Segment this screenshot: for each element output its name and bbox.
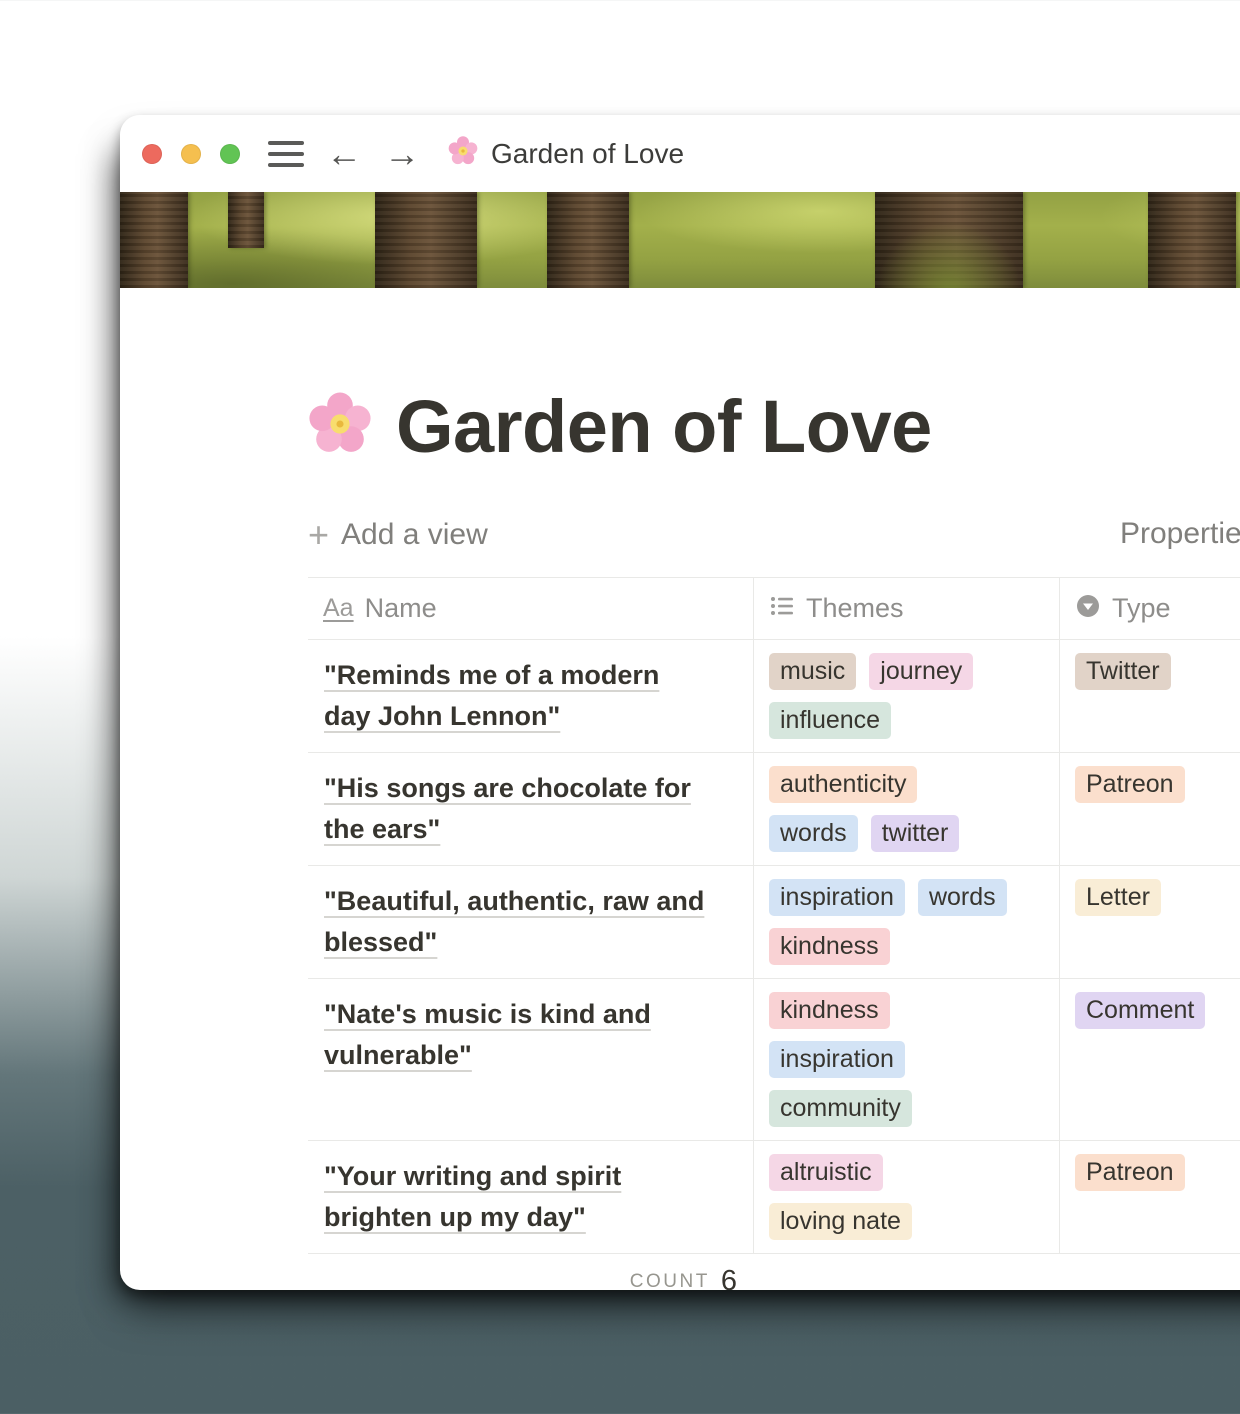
cover-image bbox=[120, 192, 1240, 288]
row-themes-cell: inspiration words kindness bbox=[753, 866, 1060, 978]
page-content: Garden of Love + Add a view Properties A… bbox=[120, 385, 1240, 1290]
tag[interactable]: authenticity bbox=[769, 766, 917, 803]
view-controls: + Add a view Properties bbox=[308, 507, 1240, 563]
column-label: Themes bbox=[806, 593, 904, 624]
row-themes-cell: altruistic loving nate bbox=[753, 1141, 1060, 1253]
row-name-link[interactable]: "Beautiful, authentic, raw and blessed" bbox=[308, 866, 753, 978]
table-row: "Reminds me of a modern day John Lennon"… bbox=[308, 640, 1240, 753]
count-value: 6 bbox=[721, 1265, 737, 1290]
page-icon-cherry-blossom[interactable] bbox=[308, 392, 372, 461]
window-title: Garden of Love bbox=[491, 138, 684, 170]
table-header: Aa Name Themes bbox=[308, 577, 1240, 640]
table-row: "Nate's music is kind and vulnerable" ki… bbox=[308, 979, 1240, 1141]
count-label: COUNT bbox=[630, 1271, 710, 1291]
row-name-link[interactable]: "Nate's music is kind and vulnerable" bbox=[308, 979, 753, 1140]
row-name-text: "Nate's music is kind and vulnerable" bbox=[324, 999, 651, 1070]
tag[interactable]: music bbox=[769, 653, 856, 690]
tag[interactable]: twitter bbox=[871, 815, 960, 852]
page-header: Garden of Love bbox=[308, 385, 1240, 467]
row-type-cell: Patreon bbox=[1060, 753, 1240, 865]
back-arrow-icon[interactable]: ← bbox=[326, 136, 362, 172]
tag[interactable]: Patreon bbox=[1075, 766, 1185, 803]
add-view-label: Add a view bbox=[341, 518, 488, 552]
tag[interactable]: words bbox=[918, 879, 1007, 916]
column-label: Type bbox=[1112, 593, 1171, 624]
count-toggle[interactable]: COUNT 6 bbox=[308, 1254, 753, 1290]
tag[interactable]: Twitter bbox=[1075, 653, 1171, 690]
row-name-text: "His songs are chocolate for the ears" bbox=[324, 773, 691, 844]
column-header-themes[interactable]: Themes bbox=[753, 578, 1060, 639]
menu-icon[interactable] bbox=[268, 141, 304, 167]
tag[interactable]: influence bbox=[769, 702, 891, 739]
properties-button[interactable]: Properties bbox=[1120, 517, 1240, 551]
page-title: Garden of Love bbox=[396, 384, 932, 469]
row-name-link[interactable]: "Your writing and spirit brighten up my … bbox=[308, 1141, 753, 1253]
row-name-link[interactable]: "Reminds me of a modern day John Lennon" bbox=[308, 640, 753, 752]
tag[interactable]: journey bbox=[869, 653, 973, 690]
row-name-text: "Beautiful, authentic, raw and blessed" bbox=[324, 886, 704, 957]
table-row: "Beautiful, authentic, raw and blessed" … bbox=[308, 866, 1240, 979]
title-property-icon: Aa bbox=[323, 594, 354, 623]
row-type-cell: Twitter bbox=[1060, 640, 1240, 752]
close-button[interactable] bbox=[142, 144, 162, 164]
tag[interactable]: words bbox=[769, 815, 858, 852]
column-header-type[interactable]: Type bbox=[1060, 578, 1240, 639]
row-type-cell: Comment bbox=[1060, 979, 1240, 1140]
table-body: "Reminds me of a modern day John Lennon"… bbox=[308, 640, 1240, 1254]
tag[interactable]: community bbox=[769, 1090, 912, 1127]
tag[interactable]: Patreon bbox=[1075, 1154, 1185, 1191]
tag[interactable]: Letter bbox=[1075, 879, 1161, 916]
row-name-link[interactable]: "His songs are chocolate for the ears" bbox=[308, 753, 753, 865]
row-name-text: "Reminds me of a modern day John Lennon" bbox=[324, 660, 659, 731]
app-window: ← → Garden of Love Garden of Love + Add … bbox=[120, 115, 1240, 1290]
column-label: Name bbox=[365, 593, 437, 624]
row-themes-cell: kindness inspiration community bbox=[753, 979, 1060, 1140]
row-type-cell: Patreon bbox=[1060, 1141, 1240, 1253]
table-row: "His songs are chocolate for the ears" a… bbox=[308, 753, 1240, 866]
row-themes-cell: authenticity words twitter bbox=[753, 753, 1060, 865]
plus-icon: + bbox=[308, 517, 329, 553]
row-type-cell: Letter bbox=[1060, 866, 1240, 978]
multiselect-list-icon bbox=[769, 593, 795, 624]
tag[interactable]: altruistic bbox=[769, 1154, 883, 1191]
tag[interactable]: kindness bbox=[769, 992, 890, 1029]
zoom-button[interactable] bbox=[220, 144, 240, 164]
row-name-text: "Your writing and spirit brighten up my … bbox=[324, 1161, 621, 1232]
tag[interactable]: loving nate bbox=[769, 1203, 912, 1240]
forward-arrow-icon[interactable]: → bbox=[384, 136, 420, 172]
tag[interactable]: inspiration bbox=[769, 1041, 905, 1078]
add-view-button[interactable]: + Add a view bbox=[308, 517, 488, 553]
row-themes-cell: music journey influence bbox=[753, 640, 1060, 752]
minimize-button[interactable] bbox=[181, 144, 201, 164]
column-header-name[interactable]: Aa Name bbox=[308, 578, 753, 639]
tag[interactable]: inspiration bbox=[769, 879, 905, 916]
select-dropdown-icon bbox=[1075, 593, 1101, 624]
cherry-blossom-icon bbox=[448, 136, 478, 171]
table-row: "Your writing and spirit brighten up my … bbox=[308, 1141, 1240, 1254]
traffic-lights bbox=[142, 144, 240, 164]
tag[interactable]: kindness bbox=[769, 928, 890, 965]
database-table: Aa Name Themes bbox=[308, 577, 1240, 1290]
tag[interactable]: Comment bbox=[1075, 992, 1205, 1029]
table-footer: COUNT 6 bbox=[308, 1254, 1240, 1290]
titlebar: ← → Garden of Love bbox=[120, 115, 1240, 192]
